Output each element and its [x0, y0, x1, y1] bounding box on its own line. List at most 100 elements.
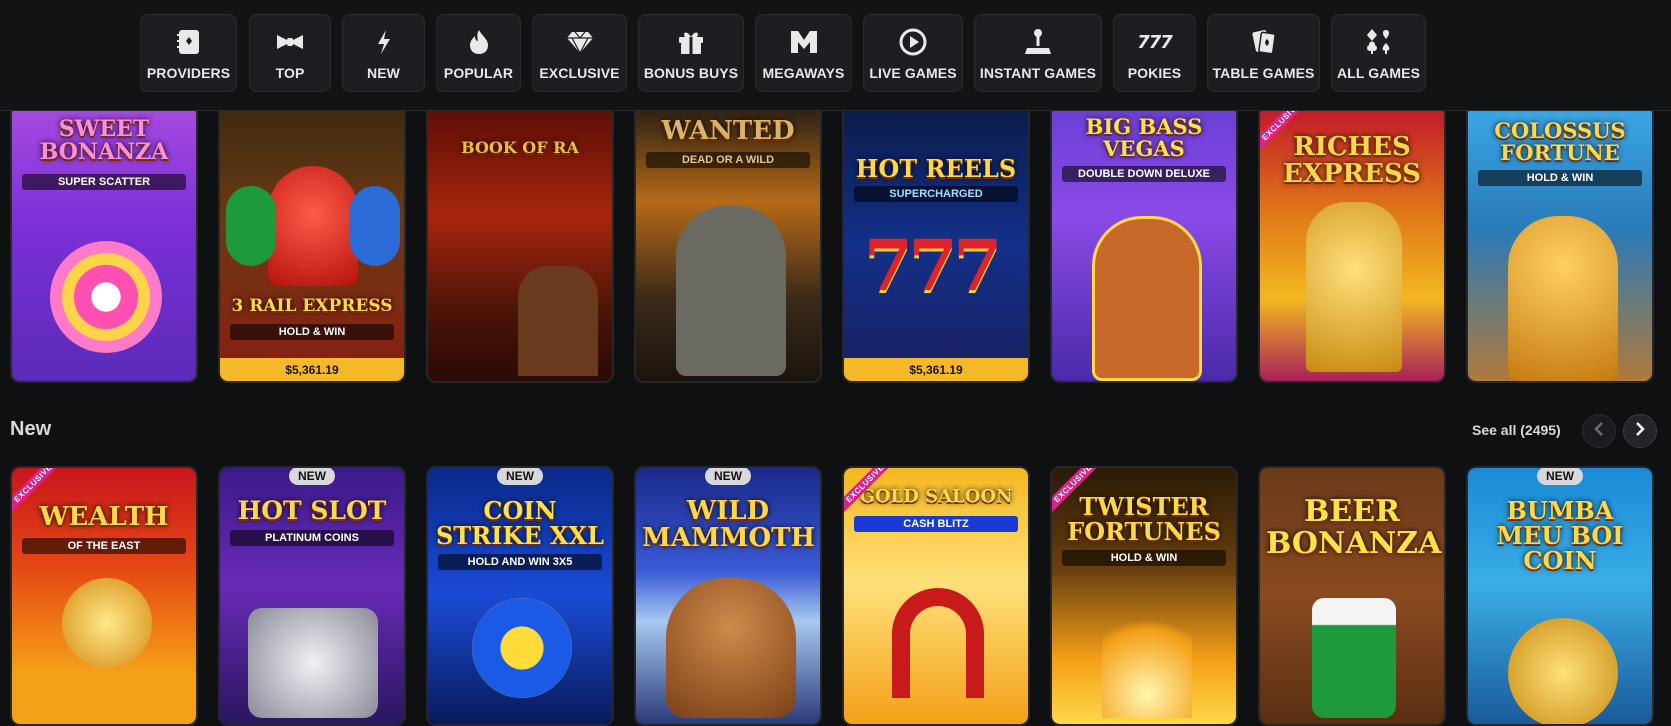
- jackpot-amount: $5,361.19: [844, 358, 1028, 381]
- game-title: 3 RAIL EXPRESS: [231, 296, 393, 316]
- category-label: EXCLUSIVE: [539, 65, 620, 81]
- category-exclusive[interactable]: EXCLUSIVE: [532, 14, 627, 92]
- new-badge: NEW: [289, 468, 335, 485]
- game-card[interactable]: BEER BONANZA: [1258, 466, 1446, 726]
- game-card[interactable]: COLOSSUS FORTUNE HOLD & WIN: [1466, 104, 1654, 383]
- warrior-art: [1508, 216, 1618, 381]
- train-art: [1306, 202, 1402, 372]
- category-label: PROVIDERS: [146, 65, 231, 81]
- sevens-art: 777: [864, 224, 1002, 307]
- game-card[interactable]: NEW WILD MAMMOTH: [634, 466, 822, 726]
- train-art: [268, 166, 358, 286]
- mammoth-art: [666, 578, 796, 718]
- category-label: BONUS BUYS: [643, 65, 739, 81]
- game-title: HOT SLOT: [237, 496, 387, 525]
- coin-art: [472, 598, 572, 698]
- category-label: ALL GAMES: [1336, 65, 1421, 81]
- category-providers[interactable]: PROVIDERS: [140, 14, 237, 92]
- new-badge: NEW: [1537, 468, 1583, 485]
- game-title: HOT REELS: [855, 154, 1017, 183]
- game-card[interactable]: NEW COIN STRIKE XXL HOLD AND WIN 3X5: [426, 466, 614, 726]
- new-badge: NEW: [705, 468, 751, 485]
- see-all-link[interactable]: See all (2495): [1472, 422, 1561, 438]
- game-subtitle: SUPERCHARGED: [854, 186, 1018, 202]
- game-card[interactable]: NEW HOT SLOT PLATINUM COINS: [218, 466, 406, 726]
- game-subtitle: SUPER SCATTER: [22, 174, 186, 190]
- game-title: COIN STRIKE XXL: [436, 496, 604, 551]
- category-label: INSTANT GAMES: [979, 65, 1097, 81]
- megaways-icon: [789, 27, 819, 57]
- category-new[interactable]: NEW: [342, 14, 425, 92]
- game-subtitle: CASH BLITZ: [854, 516, 1018, 532]
- coin-art: [1508, 618, 1618, 724]
- game-subtitle: HOLD & WIN: [230, 324, 394, 340]
- game-title: GOLD SALOON: [859, 486, 1013, 507]
- game-card[interactable]: EXCLUSIVE TWISTER FORTUNES HOLD & WIN: [1050, 466, 1238, 726]
- category-table-games[interactable]: TABLE GAMES: [1207, 14, 1320, 92]
- category-live-games[interactable]: LIVE GAMES: [863, 14, 963, 92]
- carousel-prev-button[interactable]: [1582, 414, 1616, 448]
- beer-mug-art: [1312, 598, 1396, 718]
- play-icon: [898, 27, 928, 57]
- game-title: COLOSSUS FORTUNE: [1494, 118, 1626, 166]
- game-card[interactable]: WANTED DEAD OR A WILD: [634, 104, 822, 383]
- game-subtitle: DOUBLE DOWN DELUXE: [1062, 166, 1226, 182]
- fire-icon: [464, 27, 494, 57]
- game-card[interactable]: EXCLUSIVE RICHES EXPRESS: [1258, 104, 1446, 383]
- chest-art: [248, 608, 378, 718]
- game-title: RICHES EXPRESS: [1283, 132, 1421, 190]
- game-card[interactable]: EXCLUSIVE WEALTH OF THE EAST: [10, 466, 198, 726]
- game-subtitle: DEAD OR A WILD: [646, 152, 810, 168]
- tornado-art: [1102, 598, 1192, 718]
- train-art: [350, 186, 400, 266]
- category-bonus-buys[interactable]: BONUS BUYS: [638, 14, 744, 92]
- suits-icon: [1364, 27, 1394, 57]
- cards-icon: [1249, 27, 1279, 57]
- diamond-icon: [565, 27, 595, 57]
- game-title: BIG BASS VEGAS: [1085, 114, 1203, 162]
- game-card[interactable]: EXCLUSIVE GOLD SALOON CASH BLITZ: [842, 466, 1030, 726]
- game-card[interactable]: BOOK OF RA: [426, 104, 614, 383]
- candy-art: [50, 241, 162, 353]
- explorer-art: [518, 266, 598, 376]
- category-label: LIVE GAMES: [869, 65, 957, 81]
- game-title: SWEET BONANZA: [39, 116, 169, 166]
- game-subtitle: HOLD AND WIN 3X5: [438, 554, 602, 570]
- category-label: TOP: [275, 65, 305, 81]
- train-art: [226, 186, 276, 266]
- coin-art: [62, 578, 152, 668]
- carousel-next-button[interactable]: [1623, 414, 1657, 448]
- 777-icon: 777: [1137, 31, 1173, 53]
- game-card[interactable]: 777 HOT REELS SUPERCHARGED $5,361.19: [842, 104, 1030, 383]
- game-card[interactable]: SWEET BONANZA SUPER SCATTER: [10, 104, 198, 383]
- category-instant-games[interactable]: INSTANT GAMES: [974, 14, 1102, 92]
- game-card[interactable]: 3 RAIL EXPRESS HOLD & WIN $5,361.19: [218, 104, 406, 383]
- chevron-left-icon: [1593, 421, 1605, 442]
- jackpot-amount: $5,361.19: [220, 358, 404, 381]
- section-title: New: [10, 418, 52, 440]
- bowtie-icon: [275, 27, 305, 57]
- category-popular[interactable]: POPULAR: [436, 14, 521, 92]
- game-title: WEALTH: [39, 502, 169, 532]
- category-bar: PROVIDERS TOP NEW POPULAR EXCLUSIVE BONU…: [0, 0, 1671, 111]
- category-all-games[interactable]: ALL GAMES: [1331, 14, 1426, 92]
- horseshoe-art: [892, 588, 984, 698]
- book-icon: [174, 27, 204, 57]
- category-top[interactable]: TOP: [249, 14, 331, 92]
- category-megaways[interactable]: MEGAWAYS: [755, 14, 852, 92]
- lightning-icon: [369, 27, 399, 57]
- game-card[interactable]: NEW BUMBA MEU BOI COIN: [1466, 466, 1654, 726]
- game-subtitle: HOLD & WIN: [1478, 170, 1642, 186]
- category-label: POKIES: [1127, 65, 1182, 81]
- category-label: POPULAR: [443, 65, 514, 81]
- game-title: WILD MAMMOTH: [642, 496, 816, 554]
- game-title: BUMBA MEU BOI COIN: [1496, 496, 1624, 576]
- category-label: NEW: [367, 65, 400, 81]
- game-subtitle: HOLD & WIN: [1062, 550, 1226, 566]
- game-card[interactable]: BIG BASS VEGAS DOUBLE DOWN DELUXE: [1050, 104, 1238, 383]
- category-pokies[interactable]: 777 POKIES: [1113, 14, 1196, 92]
- new-badge: NEW: [497, 468, 543, 485]
- fisherman-art: [1092, 216, 1202, 381]
- gift-icon: [676, 27, 706, 57]
- category-label: MEGAWAYS: [762, 65, 845, 81]
